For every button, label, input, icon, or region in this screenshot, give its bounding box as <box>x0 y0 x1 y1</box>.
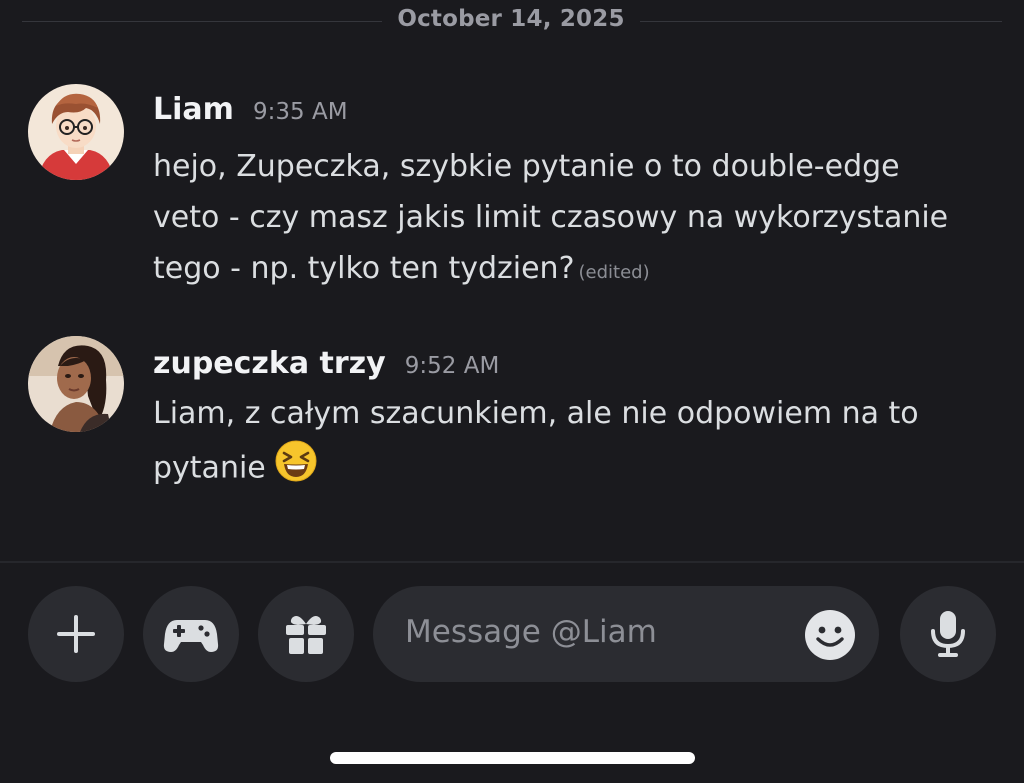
author-name[interactable]: Liam <box>153 92 234 127</box>
message-content: Liam, z całym szacunkiem, ale nie odpowi… <box>153 388 1003 499</box>
message-timestamp: 9:52 AM <box>404 353 500 379</box>
dm-chat-screen: October 14, 2025 Liam 9:35 AM hejo, Zupe… <box>0 0 1024 783</box>
message-text-line: pytanie <box>153 439 1003 499</box>
date-divider: October 14, 2025 <box>0 0 1024 44</box>
avatar[interactable] <box>28 84 124 180</box>
microphone-icon <box>931 611 965 657</box>
voice-message-button[interactable] <box>900 586 996 682</box>
message-text-fragment: pytanie <box>153 450 266 486</box>
activities-button[interactable] <box>143 586 239 682</box>
date-label: October 14, 2025 <box>397 6 625 32</box>
message-input[interactable]: Message @Liam <box>373 586 879 682</box>
message-text-line: Liam, z całym szacunkiem, ale nie odpowi… <box>153 396 919 431</box>
message-content: hejo, Zupeczka, szybkie pytanie o to dou… <box>153 141 1003 298</box>
composer-divider <box>0 561 1024 563</box>
message-text-line: veto - czy masz jakis limit czasowy na w… <box>153 200 949 235</box>
add-attachment-button[interactable] <box>28 586 124 682</box>
message-input-placeholder: Message @Liam <box>405 614 657 650</box>
gift-icon <box>286 616 326 654</box>
cartoon-avatar-glasses-icon <box>28 84 124 180</box>
divider-line-right <box>640 21 1002 22</box>
message-text-line: tego - np. tylko ten tydzien? (edited) <box>153 243 1003 298</box>
gift-button[interactable] <box>258 586 354 682</box>
photo-avatar-icon <box>28 336 124 432</box>
message-header: zupeczka trzy 9:52 AM <box>153 346 499 381</box>
divider-line-left <box>22 21 382 22</box>
message-header: Liam 9:35 AM <box>153 92 348 127</box>
plus-icon <box>57 615 95 653</box>
message-text-fragment: tego - np. tylko ten tydzien? <box>153 251 575 286</box>
author-name[interactable]: zupeczka trzy <box>153 346 386 381</box>
emoji-picker-button[interactable] <box>803 608 857 662</box>
gamepad-icon <box>163 620 219 652</box>
laughing-face-emoji-icon <box>274 439 318 499</box>
message-timestamp: 9:35 AM <box>253 99 348 125</box>
message-text-line: hejo, Zupeczka, szybkie pytanie o to dou… <box>153 149 900 184</box>
home-indicator[interactable] <box>330 752 695 764</box>
emoji-icon <box>805 610 855 660</box>
edited-label: (edited) <box>578 262 650 283</box>
avatar[interactable] <box>28 336 124 432</box>
